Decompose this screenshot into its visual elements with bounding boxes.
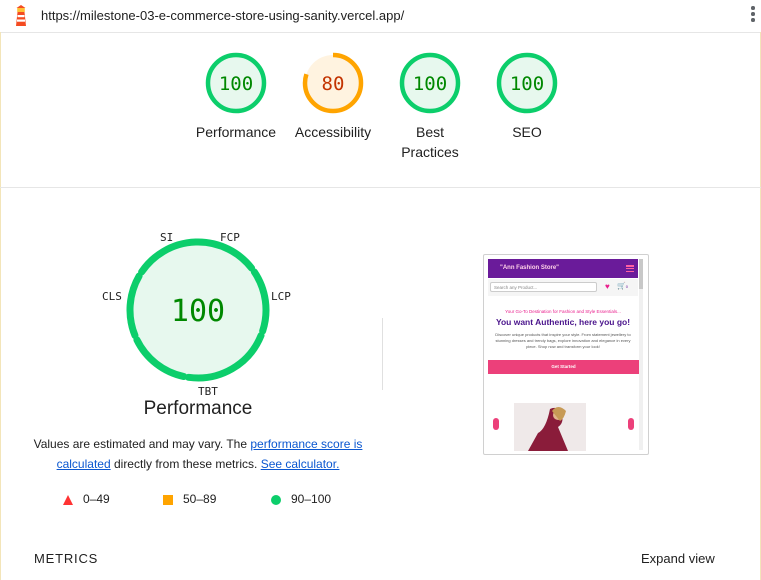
note-text-1: Values are estimated and may vary. The [33, 437, 251, 451]
metric-tag-si[interactable]: SI [160, 231, 173, 244]
legend-average-range: 50–89 [183, 492, 217, 506]
performance-title: Performance [143, 398, 253, 419]
summary-gauges: 100 Performance 80 Accessibility 100 Best Pr… [0, 33, 761, 188]
site-scrollbar-thumb [639, 259, 643, 289]
metric-tag-tbt[interactable]: TBT [198, 385, 218, 398]
gauge-ring: 100 [496, 52, 558, 114]
report-header: https://milestone-03-e-commerce-store-us… [0, 0, 761, 33]
circle-icon [271, 494, 281, 505]
legend-pass: 90–100 [271, 492, 331, 506]
carousel-next-icon [628, 418, 634, 430]
report-url[interactable]: https://milestone-03-e-commerce-store-us… [41, 8, 404, 23]
gauge-label: SEO [512, 124, 542, 140]
metric-tag-fcp[interactable]: FCP [220, 231, 240, 244]
legend-fail-range: 0–49 [83, 492, 110, 506]
triangle-icon [63, 494, 73, 505]
site-tagline: Your Go-To Destination for Fashion and S… [505, 309, 621, 314]
site-get-started-button: Get Started [488, 360, 639, 374]
heart-icon: ♥ [605, 282, 610, 291]
gauge-best-practices[interactable]: 100 Best Practices [380, 50, 480, 162]
gauge-score: 100 [413, 73, 447, 95]
performance-gauge-ring: 100 [126, 238, 270, 382]
legend-average: 50–89 [163, 492, 216, 506]
gauge-accessibility[interactable]: 80 Accessibility [283, 50, 383, 142]
gauge-label: Accessibility [294, 124, 372, 140]
site-navbar: "Ann Fashion Store" [488, 259, 638, 278]
gauge-label: Performance [195, 124, 277, 140]
hamburger-icon [626, 265, 634, 273]
final-screenshot[interactable]: "Ann Fashion Store" Search any Product..… [483, 254, 649, 455]
product-image [514, 403, 586, 451]
metrics-heading: METRICS [34, 551, 99, 566]
kebab-menu-icon[interactable] [748, 6, 758, 26]
lighthouse-icon [16, 5, 26, 26]
expand-view-button[interactable]: Expand view [641, 551, 715, 566]
section-divider [382, 318, 383, 390]
legend-pass-range: 90–100 [291, 492, 332, 506]
cart-count: 0 [625, 284, 628, 289]
site-brand: "Ann Fashion Store" [500, 265, 560, 271]
gauge-ring: 80 [302, 52, 364, 114]
gauge-score: 100 [510, 73, 544, 95]
site-hero-description: Discover unique products that inspire yo… [495, 332, 631, 349]
carousel-dots [558, 445, 578, 450]
site-hero-title: You want Authentic, here you go! [495, 317, 631, 327]
gauge-score: 80 [322, 73, 345, 95]
gauge-ring: 100 [205, 52, 267, 114]
cart-icon: 🛒0 [617, 283, 628, 290]
metric-tag-lcp[interactable]: LCP [271, 290, 291, 303]
model-photo-icon [514, 403, 586, 451]
performance-gauge: 100 SI FCP LCP TBT CLS [96, 228, 300, 400]
gauge-ring: 100 [399, 52, 461, 114]
gauge-seo[interactable]: 100 SEO [477, 50, 577, 142]
square-icon [163, 494, 173, 505]
metric-tag-cls[interactable]: CLS [102, 290, 122, 303]
gauge-label: Best Practices [401, 124, 459, 160]
performance-score: 100 [171, 294, 225, 329]
gauge-score: 100 [219, 73, 253, 95]
gauge-performance[interactable]: 100 Performance [186, 50, 286, 142]
performance-note: Values are estimated and may vary. The p… [26, 434, 370, 474]
carousel-prev-icon [493, 418, 499, 430]
site-search-input: Search any Product... [490, 282, 597, 292]
see-calculator-link[interactable]: See calculator. [261, 457, 340, 471]
note-text-2: directly from these metrics. [110, 457, 261, 471]
legend-fail: 0–49 [63, 492, 110, 506]
